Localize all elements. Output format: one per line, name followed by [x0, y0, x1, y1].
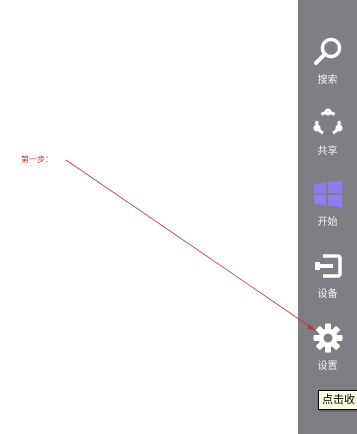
- step-label: 第一步：: [21, 155, 53, 164]
- annotation-arrow: [65, 159, 316, 331]
- arrow-line: [65, 159, 313, 329]
- tooltip: 点击收: [318, 390, 357, 410]
